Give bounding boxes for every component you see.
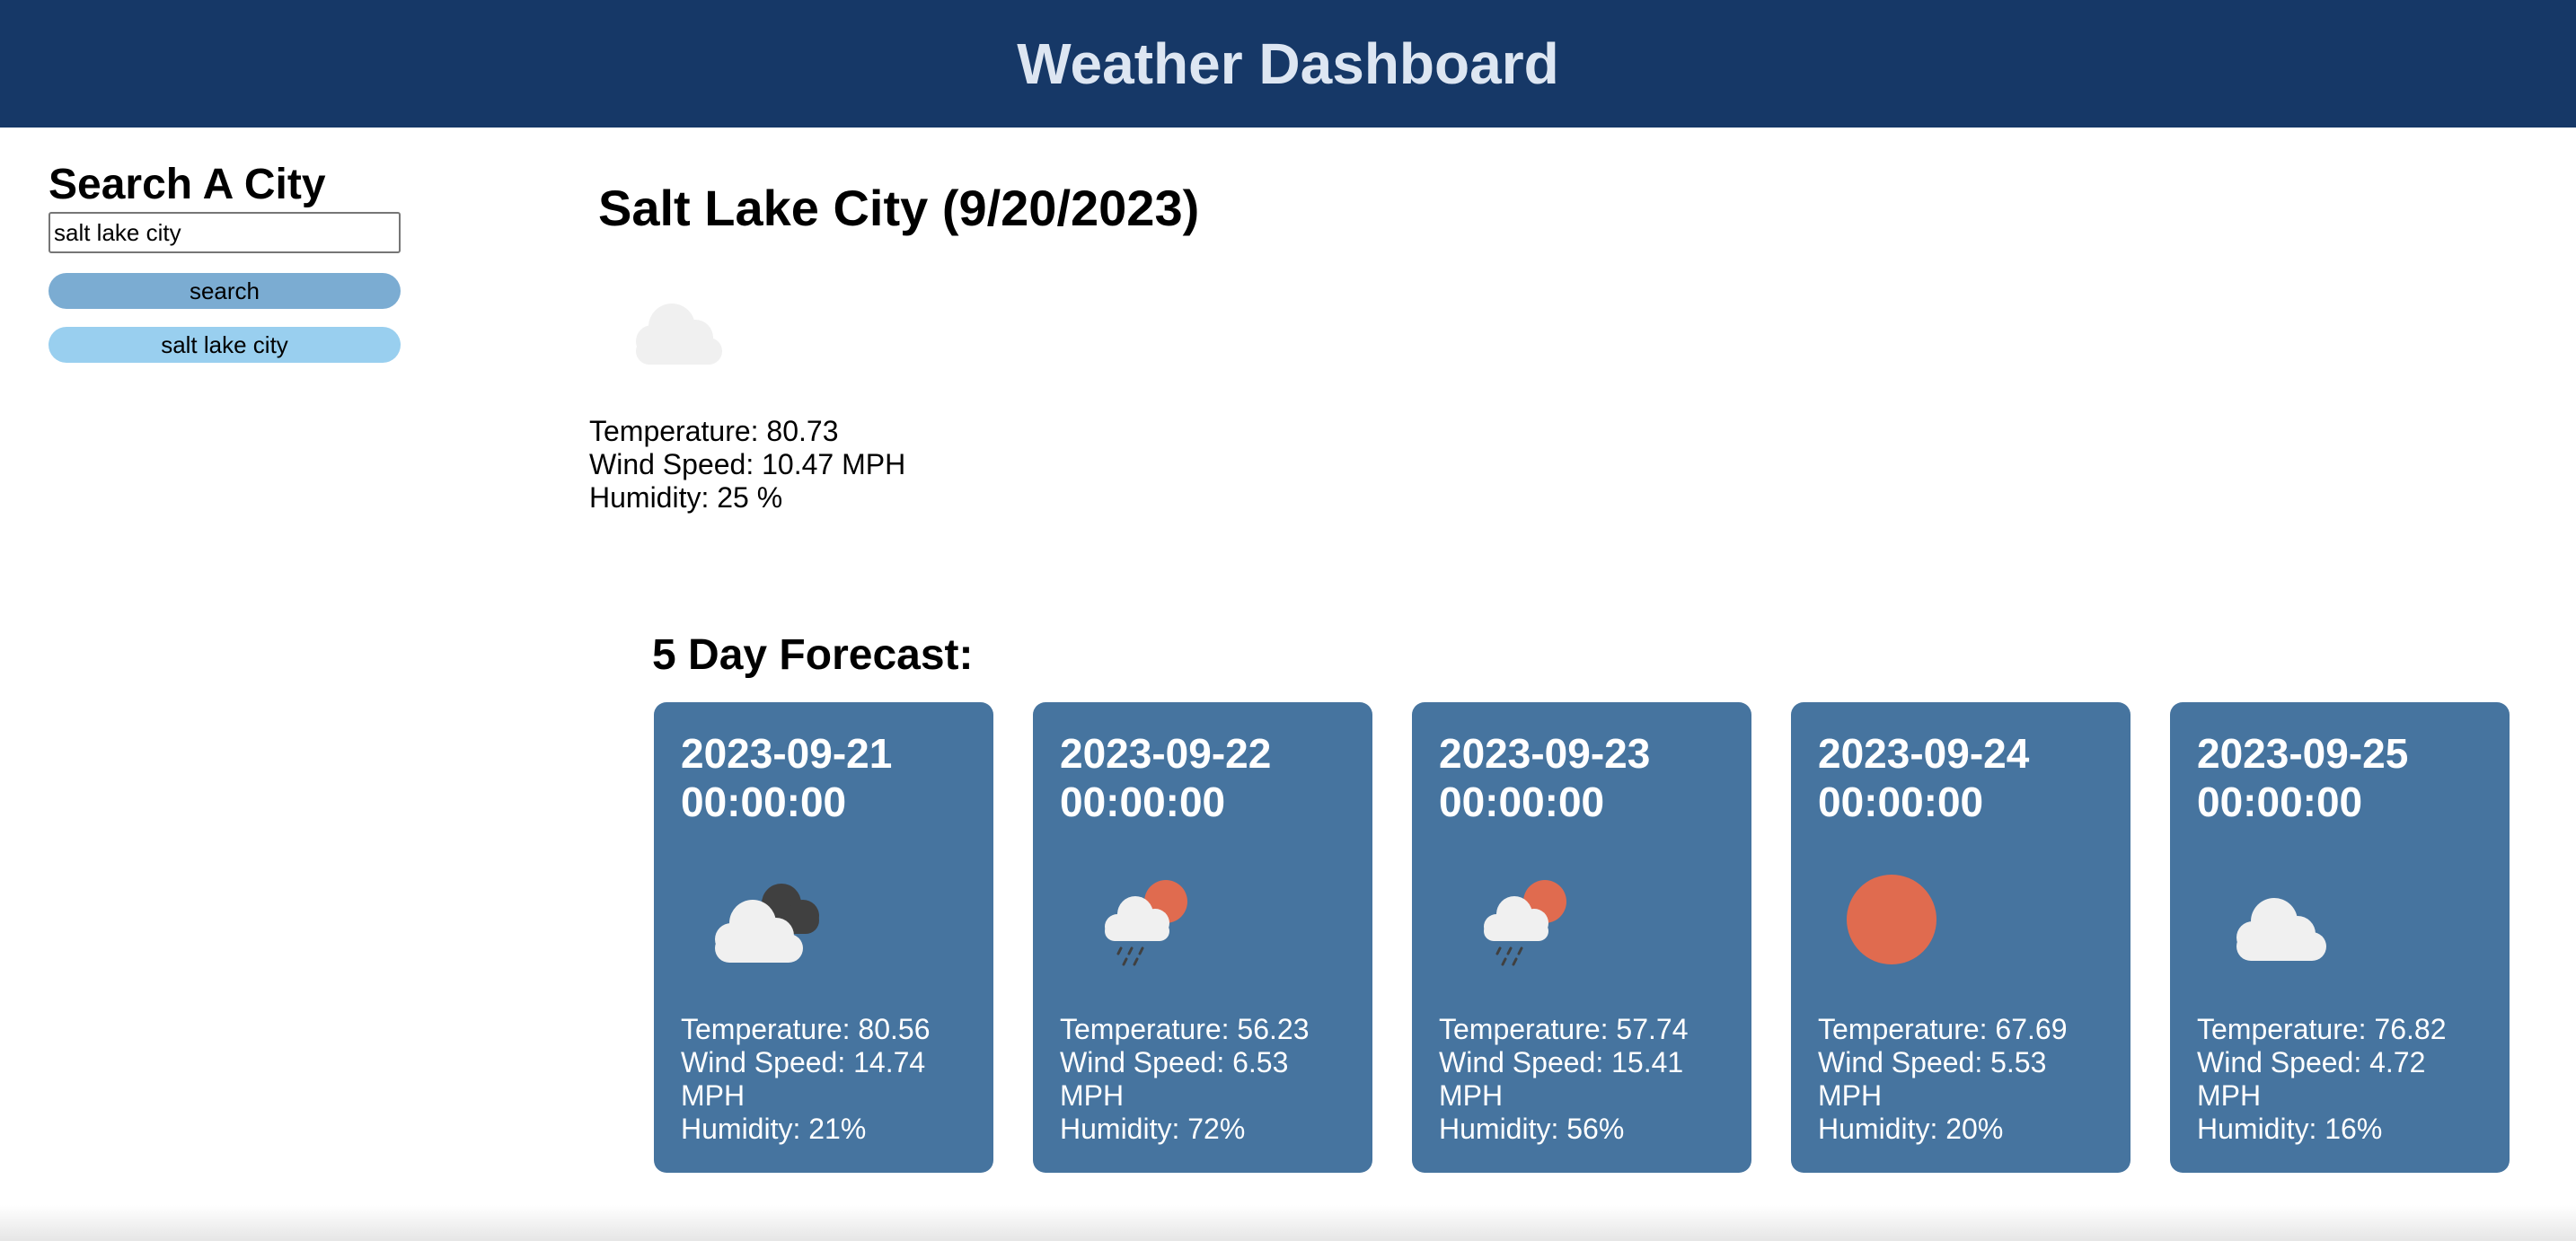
forecast-humidity: Humidity: 20%: [1818, 1113, 2004, 1145]
forecast-stats: Temperature: 57.74 Wind Speed: 15.41 MPH…: [1439, 1013, 1726, 1146]
cloud-icon: [2219, 869, 2344, 968]
forecast-stats: Temperature: 76.82 Wind Speed: 4.72 MPH …: [2197, 1013, 2484, 1146]
page-title: Weather Dashboard: [1017, 31, 1559, 96]
forecast-humidity: Humidity: 56%: [1439, 1113, 1625, 1145]
forecast-date: 2023-09-24 00:00:00: [1818, 730, 2030, 825]
forecast-stats: Temperature: 56.23 Wind Speed: 6.53 MPH …: [1060, 1013, 1347, 1146]
cloud-icon: [616, 280, 742, 370]
forecast-card: 2023-09-22 00:00:00 Temperature: 56.23 W…: [1033, 702, 1372, 1173]
forecast-card: 2023-09-24 00:00:00 Temperature: 67.69 W…: [1791, 702, 2130, 1173]
forecast-cards: 2023-09-21 00:00:00 Temperature: 80.56 W…: [654, 702, 2510, 1173]
forecast-title: 5 Day Forecast:: [652, 631, 974, 679]
forecast-wind-speed: Wind Speed: 14.74 MPH: [681, 1046, 926, 1112]
current-city-title: Salt Lake City (9/20/2023): [598, 180, 1200, 236]
current-weather: Salt Lake City (9/20/2023) Temperature: …: [589, 176, 1199, 515]
forecast-wind-speed: Wind Speed: 5.53 MPH: [1818, 1046, 2047, 1112]
search-button[interactable]: search: [49, 273, 401, 309]
sun-icon: [1839, 869, 1965, 968]
city-search-input[interactable]: [49, 212, 401, 253]
forecast-temperature: Temperature: 76.82: [2197, 1013, 2447, 1045]
forecast-stats: Temperature: 67.69 Wind Speed: 5.53 MPH …: [1818, 1013, 2105, 1146]
forecast-card: 2023-09-25 00:00:00 Temperature: 76.82 W…: [2170, 702, 2510, 1173]
sun-rain-cloud-icon: [1081, 869, 1207, 968]
forecast-temperature: Temperature: 67.69: [1818, 1013, 2068, 1045]
history-city-button[interactable]: salt lake city: [49, 327, 401, 363]
forecast-date: 2023-09-22 00:00:00: [1060, 730, 1272, 825]
forecast-temperature: Temperature: 56.23: [1060, 1013, 1310, 1045]
current-temperature: Temperature: 80.73: [589, 415, 839, 447]
current-humidity: Humidity: 25 %: [589, 481, 783, 514]
current-stats: Temperature: 80.73 Wind Speed: 10.47 MPH…: [589, 415, 1199, 515]
forecast-wind-speed: Wind Speed: 15.41 MPH: [1439, 1046, 1684, 1112]
forecast-date: 2023-09-21 00:00:00: [681, 730, 893, 825]
forecast-stats: Temperature: 80.56 Wind Speed: 14.74 MPH…: [681, 1013, 968, 1146]
forecast-card: 2023-09-21 00:00:00 Temperature: 80.56 W…: [654, 702, 993, 1173]
page-bottom-shadow: [0, 1205, 2576, 1241]
forecast-date: 2023-09-23 00:00:00: [1439, 730, 1651, 825]
search-heading: Search A City: [49, 161, 326, 208]
forecast-temperature: Temperature: 57.74: [1439, 1013, 1689, 1045]
forecast-wind-speed: Wind Speed: 6.53 MPH: [1060, 1046, 1289, 1112]
app-header: Weather Dashboard: [0, 0, 2576, 128]
forecast-temperature: Temperature: 80.56: [681, 1013, 931, 1045]
forecast-wind-speed: Wind Speed: 4.72 MPH: [2197, 1046, 2426, 1112]
forecast-humidity: Humidity: 72%: [1060, 1113, 1246, 1145]
forecast-card: 2023-09-23 00:00:00 Temperature: 57.74 W…: [1412, 702, 1751, 1173]
current-wind-speed: Wind Speed: 10.47 MPH: [589, 448, 906, 480]
sun-rain-cloud-icon: [1460, 869, 1586, 968]
forecast-humidity: Humidity: 21%: [681, 1113, 867, 1145]
forecast-date: 2023-09-25 00:00:00: [2197, 730, 2409, 825]
search-sidebar: Search A City search salt lake city: [49, 160, 401, 363]
broken-clouds-icon: [702, 869, 828, 968]
forecast-humidity: Humidity: 16%: [2197, 1113, 2383, 1145]
